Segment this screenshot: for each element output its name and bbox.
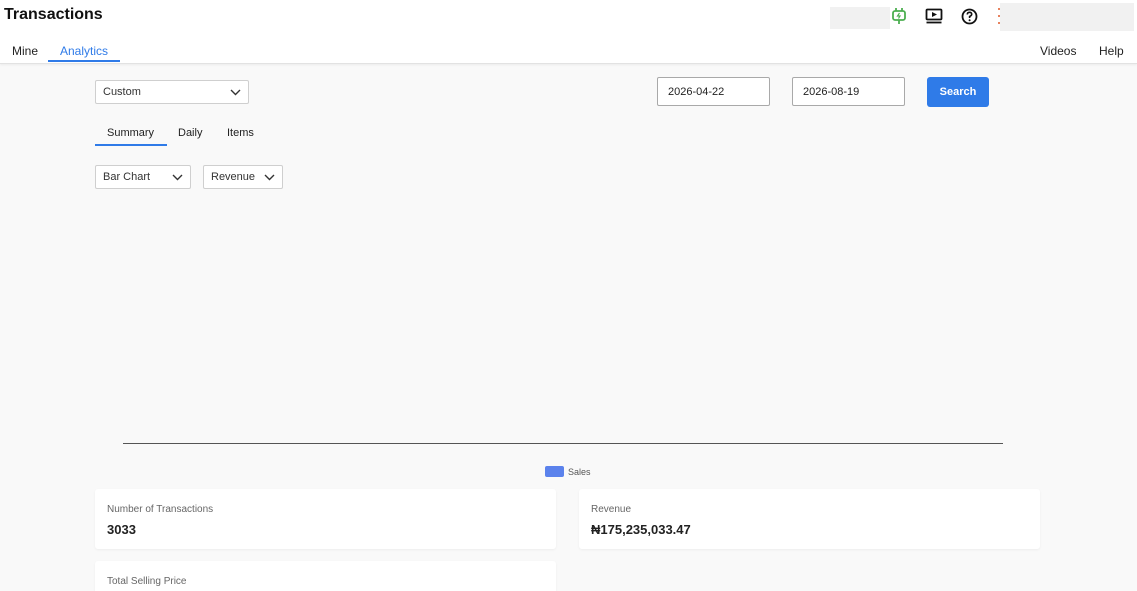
start-date-input[interactable]: 2026-04-22 bbox=[657, 77, 770, 106]
user-account-area[interactable] bbox=[1000, 3, 1134, 31]
end-date-input[interactable]: 2026-08-19 bbox=[792, 77, 905, 106]
tab-summary[interactable]: Summary bbox=[107, 127, 154, 139]
chart-type-value: Bar Chart bbox=[103, 171, 151, 183]
stat-value: ₦175,235,033.47 bbox=[591, 522, 691, 537]
bar-chart-area bbox=[123, 200, 1003, 444]
chart-type-select[interactable]: Bar Chart bbox=[95, 165, 191, 189]
date-range-value: Custom bbox=[103, 86, 141, 98]
legend-swatch-sales bbox=[545, 466, 564, 477]
more-vert-icon[interactable] bbox=[997, 8, 1001, 24]
help-link[interactable]: Help bbox=[1099, 44, 1124, 58]
search-button[interactable]: Search bbox=[927, 77, 989, 107]
page-title: Transactions bbox=[4, 6, 103, 23]
tab-mine[interactable]: Mine bbox=[12, 44, 38, 64]
tab-daily[interactable]: Daily bbox=[178, 127, 202, 139]
stat-card-revenue: Revenue ₦175,235,033.47 bbox=[579, 489, 1040, 549]
stat-card-total-selling-price: Total Selling Price bbox=[95, 561, 556, 591]
chevron-down-icon bbox=[230, 89, 241, 95]
date-range-select[interactable]: Custom bbox=[95, 80, 249, 104]
metric-value: Revenue bbox=[211, 171, 256, 183]
plug-icon[interactable] bbox=[889, 6, 909, 26]
top-bar: Transactions Analytics Mine Videos Help bbox=[0, 0, 1137, 64]
metric-select[interactable]: Revenue bbox=[203, 165, 283, 189]
stat-label: Number of Transactions bbox=[107, 504, 214, 515]
stat-label: Total Selling Price bbox=[107, 576, 187, 587]
chart-x-axis bbox=[123, 443, 1003, 444]
help-circle-icon[interactable] bbox=[959, 6, 979, 26]
videos-link[interactable]: Videos bbox=[1040, 44, 1076, 58]
stat-value: 3033 bbox=[107, 522, 136, 537]
stat-label: Revenue bbox=[591, 504, 632, 515]
legend-label-sales: Sales bbox=[568, 466, 591, 477]
tab-items[interactable]: Items bbox=[227, 127, 254, 139]
hidden-element bbox=[830, 7, 890, 29]
stat-card-transactions: Number of Transactions 3033 bbox=[95, 489, 556, 549]
video-player-icon[interactable] bbox=[924, 6, 944, 26]
active-tab-indicator bbox=[48, 60, 120, 62]
chevron-down-icon bbox=[264, 174, 275, 180]
chart-legend: Sales bbox=[545, 466, 591, 477]
chevron-down-icon bbox=[172, 174, 183, 180]
active-subtab-indicator bbox=[95, 144, 167, 146]
